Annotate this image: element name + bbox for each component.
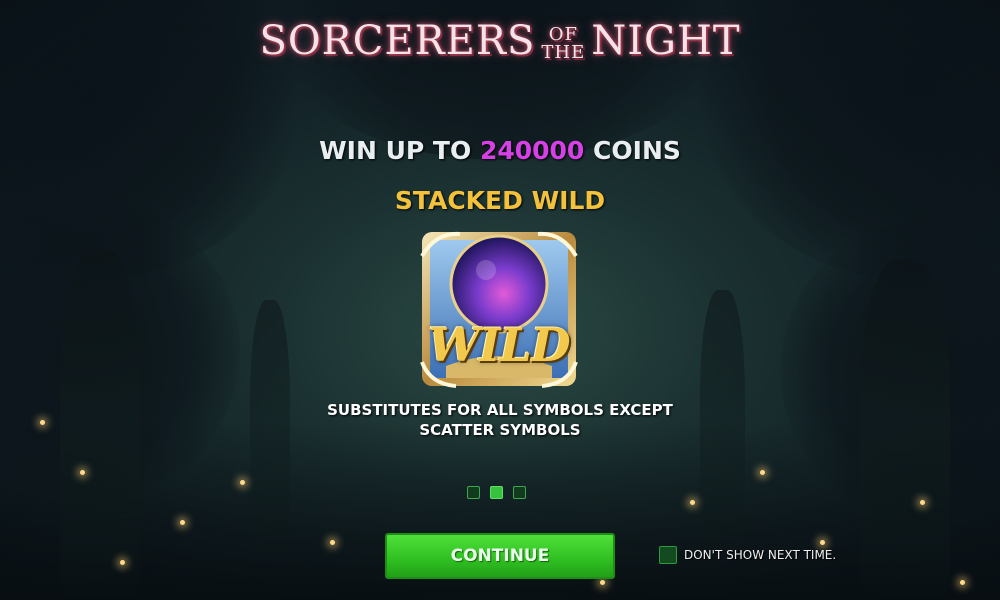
logo-word-sorcerers: SORCERERS xyxy=(259,18,536,64)
feature-title: STACKED WILD xyxy=(394,186,606,215)
max-win-text: WIN UP TO 240000 COINS xyxy=(0,136,1000,165)
page-dot-1[interactable] xyxy=(467,486,480,499)
wild-label: WILD xyxy=(428,318,570,372)
win-suffix: COINS xyxy=(593,136,681,165)
continue-button[interactable]: CONTINUE xyxy=(385,533,615,579)
logo-word-night: NIGHT xyxy=(591,18,741,64)
page-dot-3[interactable] xyxy=(513,486,526,499)
description-line-1: SUBSTITUTES FOR ALL SYMBOLS EXCEPT xyxy=(327,401,673,419)
logo-word-the: THE xyxy=(541,42,586,63)
dont-show-checkbox[interactable] xyxy=(659,546,677,564)
feature-description: SUBSTITUTES FOR ALL SYMBOLS EXCEPT SCATT… xyxy=(0,400,1000,440)
win-amount: 240000 xyxy=(479,136,585,165)
page-dot-2[interactable] xyxy=(490,486,503,499)
wild-symbol-icon: WILD xyxy=(416,226,582,392)
description-line-2: SCATTER SYMBOLS xyxy=(419,421,581,439)
game-logo: SORCERERS OF THE NIGHT xyxy=(0,18,1000,64)
dont-show-option[interactable]: DON'T SHOW NEXT TIME. xyxy=(659,546,836,564)
win-prefix: WIN UP TO xyxy=(319,136,472,165)
page-indicator xyxy=(467,486,526,499)
dont-show-label: DON'T SHOW NEXT TIME. xyxy=(684,548,837,562)
logo-small-words: OF THE xyxy=(541,26,585,62)
